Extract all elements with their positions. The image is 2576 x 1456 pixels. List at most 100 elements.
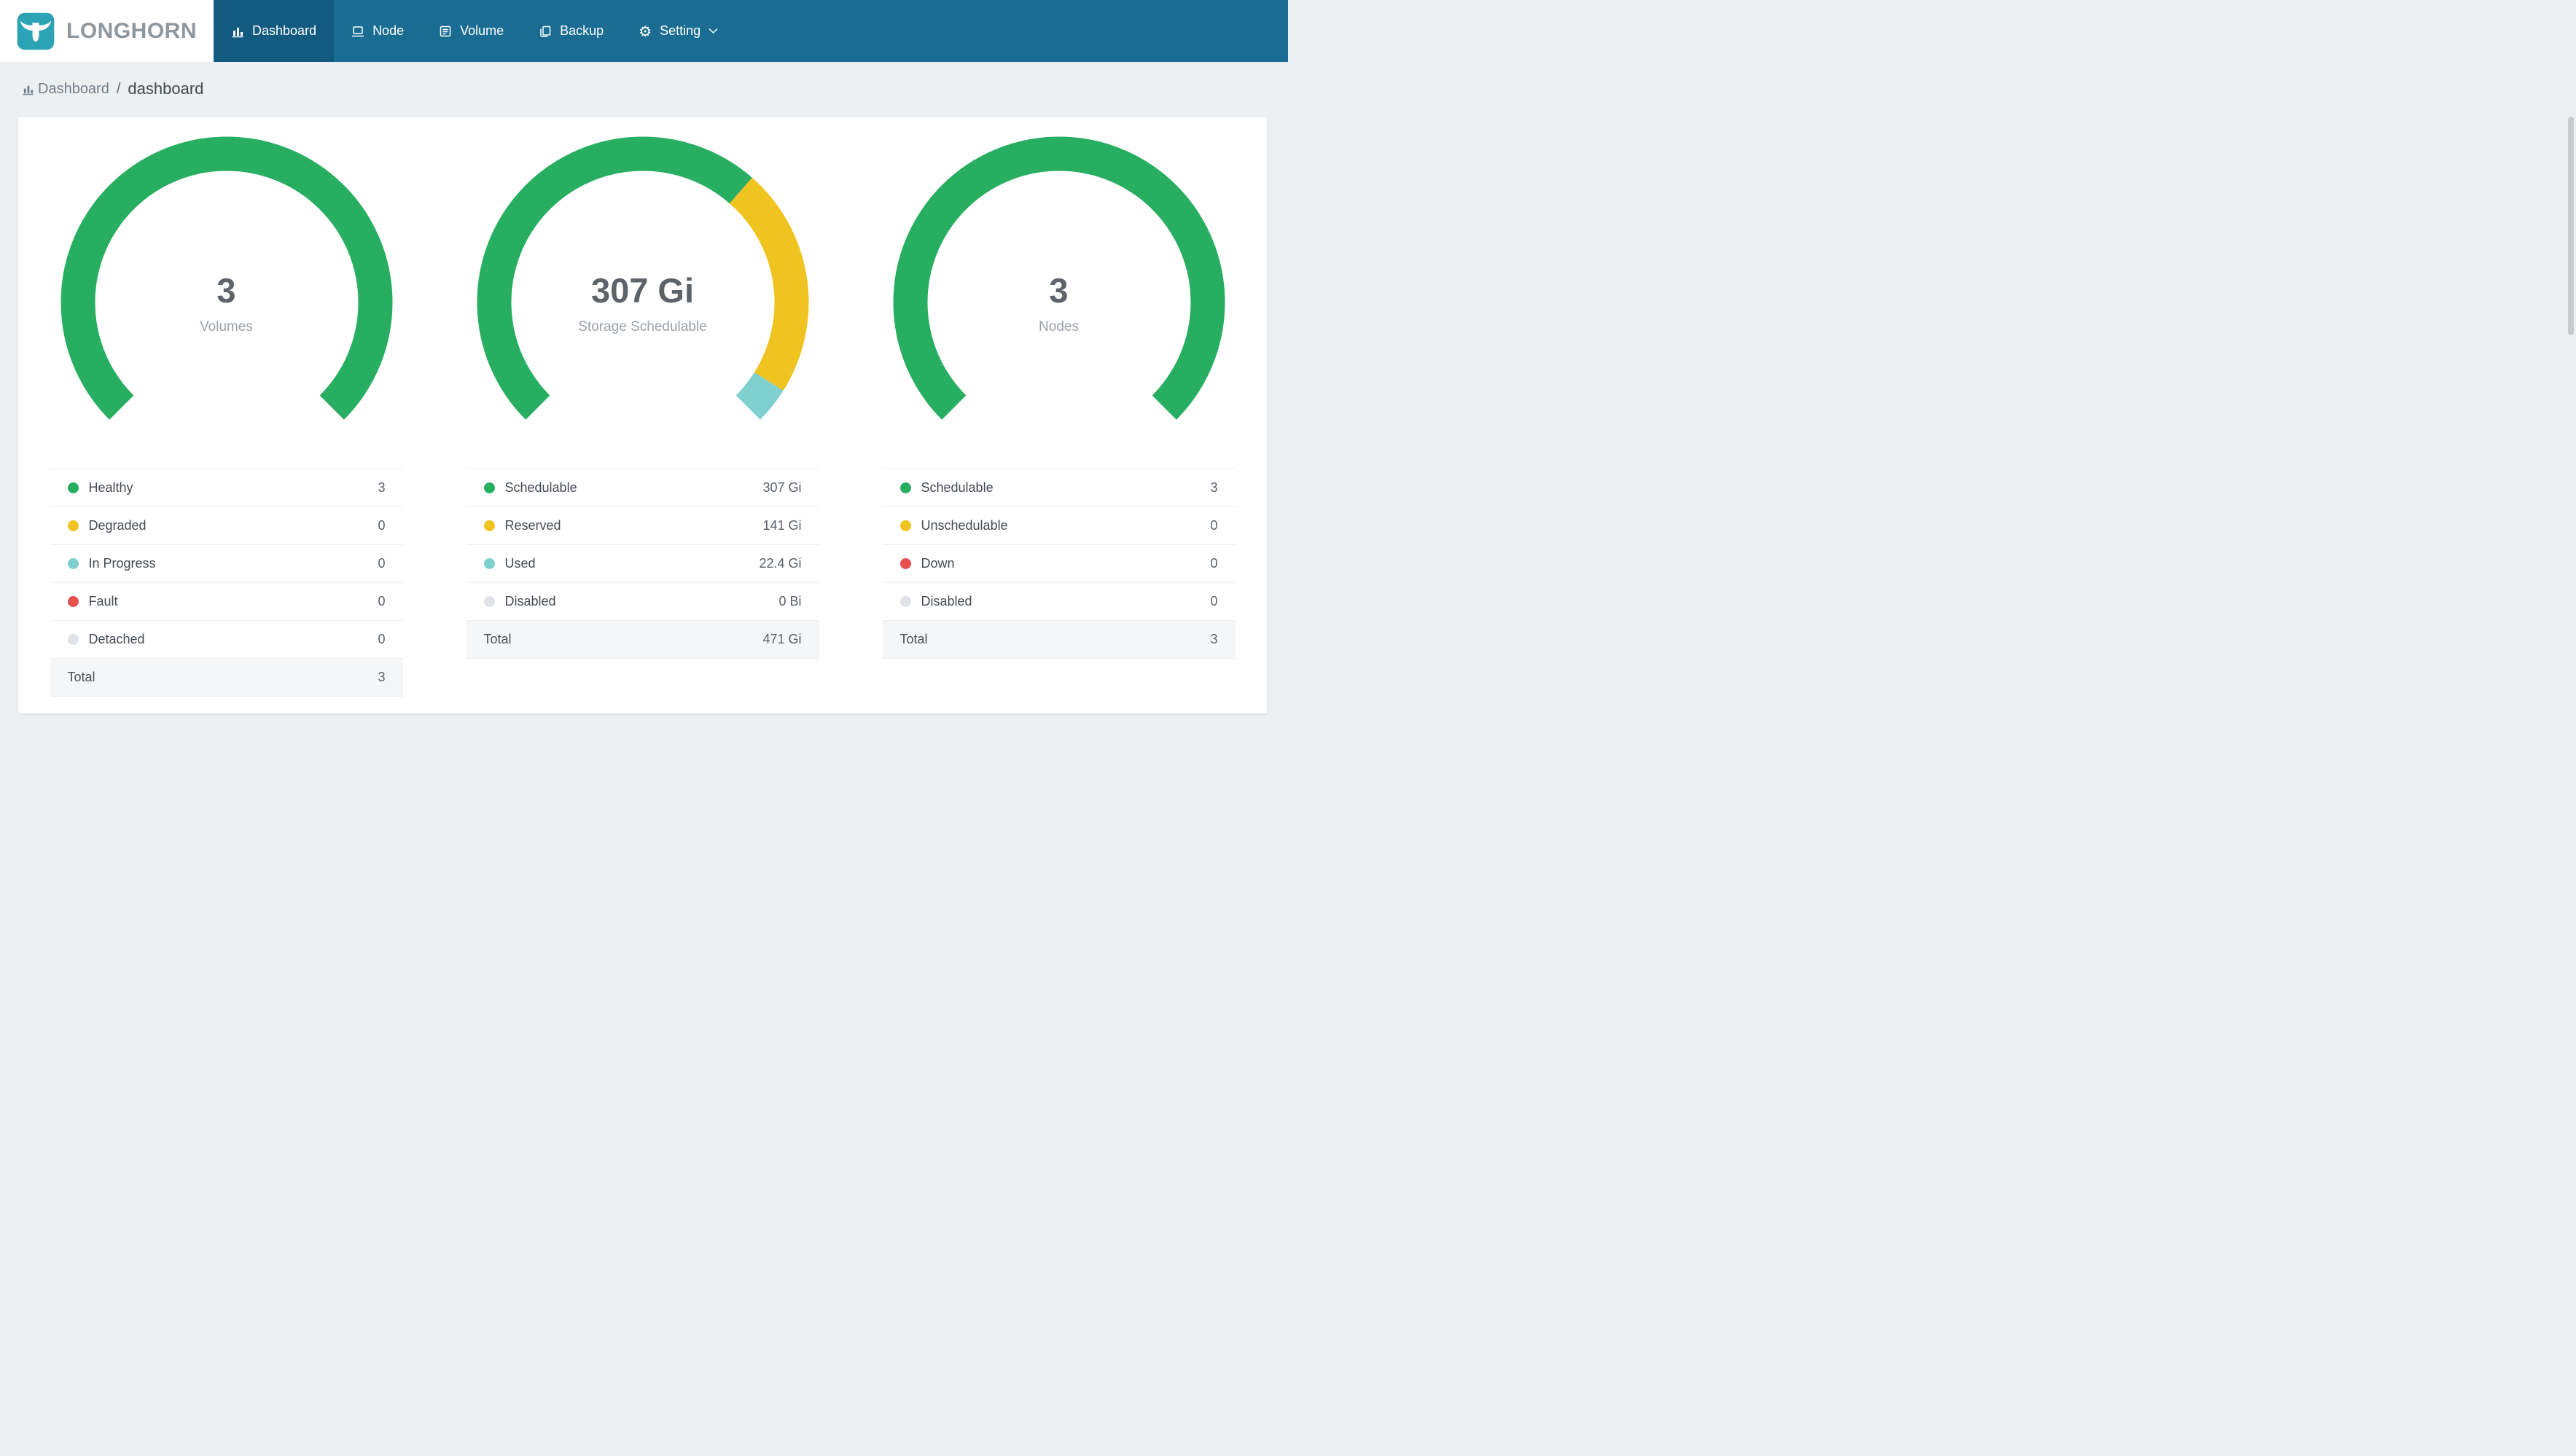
legend-label: Disabled bbox=[504, 594, 556, 608]
longhorn-bull-icon bbox=[17, 12, 55, 50]
legend-volumes: Healthy 3 Degraded 0 In Progress 0 Fault 0 Detac… bbox=[50, 469, 403, 697]
legend-dot-in-progress bbox=[67, 558, 79, 569]
dashboard-card: 3 Volumes Healthy 3 Degraded 0 In Progress 0 Fau… bbox=[18, 117, 1267, 713]
gauge-segment-schedulable bbox=[477, 136, 752, 420]
legend-label: Disabled bbox=[921, 594, 972, 608]
main-content: 3 Volumes Healthy 3 Degraded 0 In Progress 0 Fau… bbox=[0, 116, 1288, 713]
breadcrumb-page: dashboard bbox=[128, 79, 204, 98]
tab-node[interactable]: Node bbox=[334, 0, 421, 62]
legend-label: Degraded bbox=[88, 518, 147, 533]
gauge-segment-schedulable bbox=[893, 136, 1225, 420]
legend-value: 0 Bi bbox=[778, 594, 802, 608]
legend-total-label: Total bbox=[67, 670, 95, 684]
legend-dot-detached bbox=[67, 634, 79, 645]
legend-dot-schedulable bbox=[483, 482, 495, 493]
tab-label: Volume bbox=[460, 23, 504, 38]
gauge-segment-reserved bbox=[729, 177, 808, 391]
legend-value: 0 bbox=[1210, 556, 1218, 571]
legend-label: Down bbox=[921, 556, 955, 571]
legend-total-label: Total bbox=[483, 632, 512, 646]
legend-value: 0 bbox=[378, 594, 386, 608]
legend-dot-schedulable bbox=[899, 482, 911, 493]
charts-row: 3 Volumes Healthy 3 Degraded 0 In Progress 0 Fau… bbox=[18, 117, 1267, 711]
legend-label: Used bbox=[504, 556, 536, 571]
legend-dot-fault bbox=[67, 596, 79, 607]
legend-row-healthy: Healthy 3 bbox=[50, 469, 403, 507]
legend-label: Schedulable bbox=[504, 480, 577, 495]
legend-row-unschedulable: Unschedulable 0 bbox=[882, 507, 1236, 545]
legend-dot-used bbox=[483, 558, 495, 569]
legend-dot-unschedulable bbox=[899, 520, 911, 531]
legend-row-reserved: Reserved 141 Gi bbox=[466, 507, 819, 545]
legend-value: 3 bbox=[378, 480, 386, 495]
legend-row-fault: Fault 0 bbox=[50, 583, 403, 621]
tab-label: Node bbox=[372, 23, 405, 38]
legend-label: In Progress bbox=[88, 556, 156, 571]
legend-dot-down bbox=[899, 558, 911, 569]
gauge-arc bbox=[61, 136, 392, 420]
legend-value: 0 bbox=[1210, 518, 1218, 533]
backup-icon bbox=[540, 26, 551, 37]
chart-column-nodes: 3 Nodes Schedulable 3 Unschedulable 0 Down 0 Dis… bbox=[851, 136, 1267, 711]
legend-total-value: 3 bbox=[378, 670, 386, 684]
legend-dot-disabled bbox=[899, 596, 911, 607]
legend-label: Schedulable bbox=[921, 480, 994, 495]
legend-total-value: 3 bbox=[1210, 632, 1218, 646]
legend-value: 3 bbox=[1210, 480, 1218, 495]
gauge-volumes: 3 Volumes bbox=[61, 136, 393, 428]
legend-total-row: Total 471 Gi bbox=[466, 621, 819, 659]
tab-label: Setting bbox=[660, 23, 701, 38]
legend-dot-degraded bbox=[67, 520, 79, 531]
legend-value: 141 Gi bbox=[762, 518, 802, 533]
legend-row-schedulable: Schedulable 3 bbox=[882, 469, 1236, 507]
breadcrumb-section[interactable]: Dashboard bbox=[38, 81, 109, 98]
legend-row-disabled: Disabled 0 Bi bbox=[466, 583, 819, 621]
chart-column-storage-schedulable: 307 Gi Storage Schedulable Schedulable 307 … bbox=[434, 136, 851, 711]
legend-dot-healthy bbox=[67, 482, 79, 493]
legend-row-degraded: Degraded 0 bbox=[50, 507, 403, 545]
legend-total-value: 471 Gi bbox=[762, 632, 802, 646]
legend-value: 0 bbox=[378, 556, 386, 571]
tab-volume[interactable]: Volume bbox=[421, 0, 521, 62]
tab-dashboard[interactable]: Dashboard bbox=[214, 0, 335, 62]
legend-total-row: Total 3 bbox=[50, 659, 403, 697]
legend-label: Fault bbox=[88, 594, 118, 608]
tab-setting[interactable]: ⚙ Setting bbox=[621, 0, 735, 62]
legend-label: Unschedulable bbox=[921, 518, 1008, 533]
legend-label: Reserved bbox=[504, 518, 561, 533]
brand-name: LONGHORN bbox=[66, 18, 197, 43]
legend-nodes: Schedulable 3 Unschedulable 0 Down 0 Disabled 0… bbox=[882, 469, 1236, 659]
gauge-arc bbox=[477, 136, 808, 420]
legend-row-down: Down 0 bbox=[882, 545, 1236, 583]
legend-label: Detached bbox=[88, 632, 145, 646]
tab-backup[interactable]: Backup bbox=[521, 0, 621, 62]
logo[interactable]: LONGHORN bbox=[0, 0, 214, 62]
gauge-nodes: 3 Nodes bbox=[893, 136, 1225, 428]
gauge-arc bbox=[893, 136, 1225, 420]
main-nav: Dashboard Node Volume Backup ⚙ Setting bbox=[214, 0, 1288, 62]
legend-value: 22.4 Gi bbox=[759, 556, 802, 571]
gauge-segment-healthy bbox=[61, 136, 392, 420]
legend-value: 307 Gi bbox=[762, 480, 802, 495]
volume-icon bbox=[440, 26, 451, 36]
legend-dot-reserved bbox=[483, 520, 495, 531]
node-icon bbox=[352, 26, 364, 36]
legend-row-schedulable: Schedulable 307 Gi bbox=[466, 469, 819, 507]
legend-row-disabled: Disabled 0 bbox=[882, 583, 1236, 621]
breadcrumb-chart-icon bbox=[23, 85, 34, 95]
gauge-segment-used bbox=[735, 372, 784, 420]
legend-label: Healthy bbox=[88, 480, 133, 495]
longhorn-app: LONGHORN Dashboard Node Volume Backup ⚙ … bbox=[0, 0, 2574, 713]
legend-row-detached: Detached 0 bbox=[50, 621, 403, 659]
legend-row-used: Used 22.4 Gi bbox=[466, 545, 819, 583]
chart-column-volumes: 3 Volumes Healthy 3 Degraded 0 In Progress 0 Fau… bbox=[18, 136, 434, 711]
legend-value: 0 bbox=[378, 632, 386, 646]
legend-value: 0 bbox=[378, 518, 386, 533]
scrollbar-thumb[interactable] bbox=[2568, 117, 2574, 335]
legend-value: 0 bbox=[1210, 594, 1218, 608]
legend-row-in-progress: In Progress 0 bbox=[50, 545, 403, 583]
chevron-down-icon bbox=[709, 28, 718, 34]
legend-total-label: Total bbox=[899, 632, 928, 646]
legend-total-row: Total 3 bbox=[882, 621, 1236, 659]
breadcrumb-separator: / bbox=[116, 80, 121, 97]
